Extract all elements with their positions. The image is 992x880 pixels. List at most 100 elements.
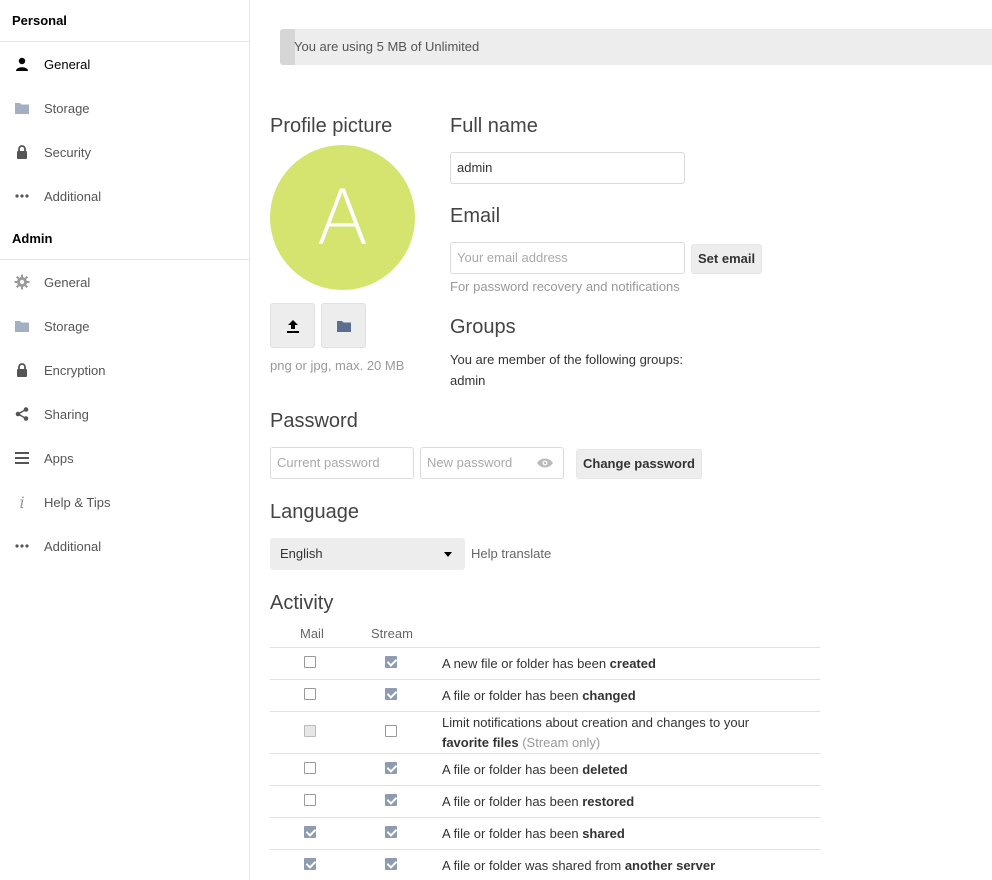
sidebar-item-label: Storage (44, 318, 90, 334)
more-icon (14, 188, 30, 204)
stream-checkbox[interactable] (385, 826, 397, 838)
sidebar-item-label: Additional (44, 188, 102, 204)
quota-text: You are using 5 MB of Unlimited (294, 39, 480, 54)
folder-icon (14, 100, 30, 116)
activity-table-header: Mail Stream (270, 626, 820, 647)
table-row: A file or folder was shared from another… (270, 849, 820, 880)
activity-table: Mail Stream A new file or folder has bee… (270, 626, 820, 880)
email-heading: Email (450, 205, 501, 227)
eye-icon[interactable] (537, 458, 553, 468)
person-icon (14, 56, 30, 72)
menu-icon (14, 450, 30, 466)
col-stream: Stream (371, 626, 413, 641)
admin-heading: Admin (0, 218, 249, 260)
mail-checkbox (304, 725, 316, 737)
current-password-input[interactable]: Current password (270, 447, 414, 479)
info-icon: i (19, 492, 25, 512)
stream-checkbox[interactable] (385, 725, 397, 737)
upload-icon (286, 319, 299, 333)
activity-heading: Activity (270, 592, 334, 614)
chevron-down-icon (444, 552, 452, 557)
mail-checkbox[interactable] (304, 762, 316, 774)
sidebar-item-personal-general[interactable]: General (0, 42, 249, 86)
groups-heading: Groups (450, 316, 516, 338)
stream-checkbox[interactable] (385, 656, 397, 668)
profile-picture-heading: Profile picture (270, 115, 393, 137)
folder-icon (14, 318, 30, 334)
sidebar-item-label: General (44, 56, 91, 72)
activity-description: A file or folder has been shared (442, 826, 625, 841)
sidebar-item-personal-storage[interactable]: Storage (0, 86, 249, 130)
email-hint: For password recovery and notifications (450, 279, 680, 294)
table-row: A file or folder has been deleted (270, 753, 820, 785)
avatar-letter: A (316, 173, 369, 262)
sidebar-item-label: Security (44, 144, 91, 160)
lock-icon (14, 362, 30, 378)
full-name-input[interactable]: admin (450, 152, 685, 184)
more-icon (14, 538, 30, 554)
sidebar-item-label: Storage (44, 100, 90, 116)
sidebar-item-label: Apps (44, 450, 74, 466)
upload-avatar-button[interactable] (270, 303, 315, 348)
activity-description: A file or folder has been restored (442, 794, 635, 809)
table-row: Limit notifications about creation and c… (270, 711, 820, 753)
sidebar-item-encryption[interactable]: Encryption (0, 348, 249, 392)
activity-description: A new file or folder has been created (442, 656, 656, 671)
sidebar-item-admin-storage[interactable]: Storage (0, 304, 249, 348)
password-heading: Password (270, 410, 358, 432)
sidebar-item-apps[interactable]: Apps (0, 436, 249, 480)
sidebar-item-label: Help & Tips (44, 494, 111, 510)
sidebar-item-personal-additional[interactable]: Additional (0, 174, 249, 218)
language-select[interactable]: English (270, 538, 465, 570)
gear-icon (14, 274, 30, 290)
table-row: A file or folder has been changed (270, 679, 820, 711)
new-password-input[interactable]: New password (420, 447, 564, 479)
lock-icon (14, 144, 30, 160)
avatar-hint: png or jpg, max. 20 MB (270, 358, 405, 373)
mail-checkbox[interactable] (304, 794, 316, 806)
sidebar-item-help[interactable]: i Help & Tips (0, 480, 249, 524)
stream-checkbox[interactable] (385, 858, 397, 870)
language-selected: English (280, 546, 323, 561)
activity-description: A file or folder has been deleted (442, 762, 628, 777)
stream-checkbox[interactable] (385, 688, 397, 700)
full-name-heading: Full name (450, 115, 538, 137)
sidebar-item-security[interactable]: Security (0, 130, 249, 174)
mail-checkbox[interactable] (304, 826, 316, 838)
sidebar-item-label: General (44, 274, 91, 290)
folder-icon (336, 320, 351, 332)
share-icon (14, 406, 30, 422)
sidebar-item-label: Additional (44, 538, 102, 554)
quota-bar: You are using 5 MB of Unlimited (280, 29, 992, 65)
choose-avatar-from-files-button[interactable] (321, 303, 366, 348)
settings-main: You are using 5 MB of Unlimited Profile … (250, 0, 992, 880)
mail-checkbox[interactable] (304, 688, 316, 700)
email-input[interactable]: Your email address (450, 242, 685, 274)
sidebar-item-sharing[interactable]: Sharing (0, 392, 249, 436)
sidebar-item-label: Sharing (44, 406, 89, 422)
settings-sidebar: Personal General Storage Security Additi… (0, 0, 250, 880)
table-row: A new file or folder has been created (270, 647, 820, 679)
mail-checkbox[interactable] (304, 858, 316, 870)
stream-checkbox[interactable] (385, 762, 397, 774)
table-row: A file or folder has been shared (270, 817, 820, 849)
groups-list: admin (450, 373, 486, 388)
sidebar-item-admin-additional[interactable]: Additional (0, 524, 249, 568)
change-password-button[interactable]: Change password (576, 449, 702, 479)
quota-fill (280, 29, 295, 65)
help-translate-link[interactable]: Help translate (471, 546, 551, 561)
mail-checkbox[interactable] (304, 656, 316, 668)
set-email-button[interactable]: Set email (691, 244, 763, 274)
personal-heading: Personal (0, 0, 249, 42)
activity-description: A file or folder was shared from another… (442, 858, 716, 873)
sidebar-item-label: Encryption (44, 362, 106, 378)
col-mail: Mail (300, 626, 324, 641)
groups-text: You are member of the following groups: (450, 352, 683, 367)
stream-checkbox[interactable] (385, 794, 397, 806)
avatar: A (270, 145, 415, 290)
sidebar-item-admin-general[interactable]: General (0, 260, 249, 304)
language-heading: Language (270, 501, 359, 523)
new-password-placeholder: New password (427, 455, 513, 470)
activity-description: Limit notifications about creation and c… (442, 715, 750, 750)
activity-description: A file or folder has been changed (442, 688, 636, 703)
